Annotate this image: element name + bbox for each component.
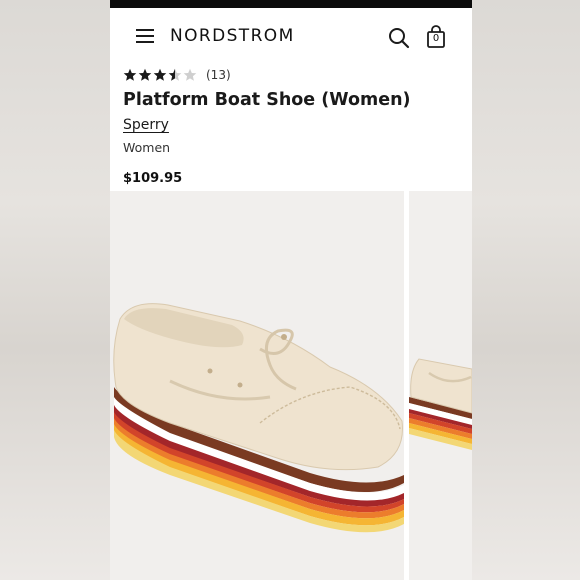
star-icon — [138, 68, 152, 81]
status-bar — [110, 0, 472, 8]
star-icon — [168, 68, 182, 81]
nordstrom-logo[interactable]: NORDSTROM — [170, 26, 295, 46]
star-icon — [153, 68, 167, 81]
shopping-bag-icon[interactable]: 0 — [426, 25, 446, 49]
bag-item-count: 0 — [432, 33, 440, 44]
review-count[interactable]: (13) — [206, 68, 231, 82]
site-header: NORDSTROM 0 — [110, 8, 472, 66]
shoe-illustration — [113, 303, 404, 533]
blurred-backdrop-right — [472, 0, 580, 580]
product-title: Platform Boat Shoe (Women) — [123, 90, 411, 110]
hamburger-menu-icon[interactable] — [136, 28, 154, 44]
rating-row[interactable]: (13) — [123, 67, 231, 83]
department-label: Women — [123, 140, 171, 155]
product-price: $109.95 — [123, 171, 183, 186]
product-image-gallery[interactable] — [110, 191, 472, 580]
star-rating — [123, 68, 198, 82]
shoe-illustration-partial — [409, 358, 472, 450]
search-icon[interactable] — [388, 27, 410, 49]
product-image-next[interactable] — [409, 191, 472, 580]
blurred-backdrop-left — [0, 0, 110, 580]
star-icon — [183, 68, 197, 81]
star-icon — [123, 68, 137, 81]
product-image-main[interactable] — [110, 191, 404, 580]
phone-screen: NORDSTROM 0 (13) Platform Boat Shoe (Wom… — [110, 0, 472, 580]
brand-link[interactable]: Sperry — [123, 117, 169, 133]
